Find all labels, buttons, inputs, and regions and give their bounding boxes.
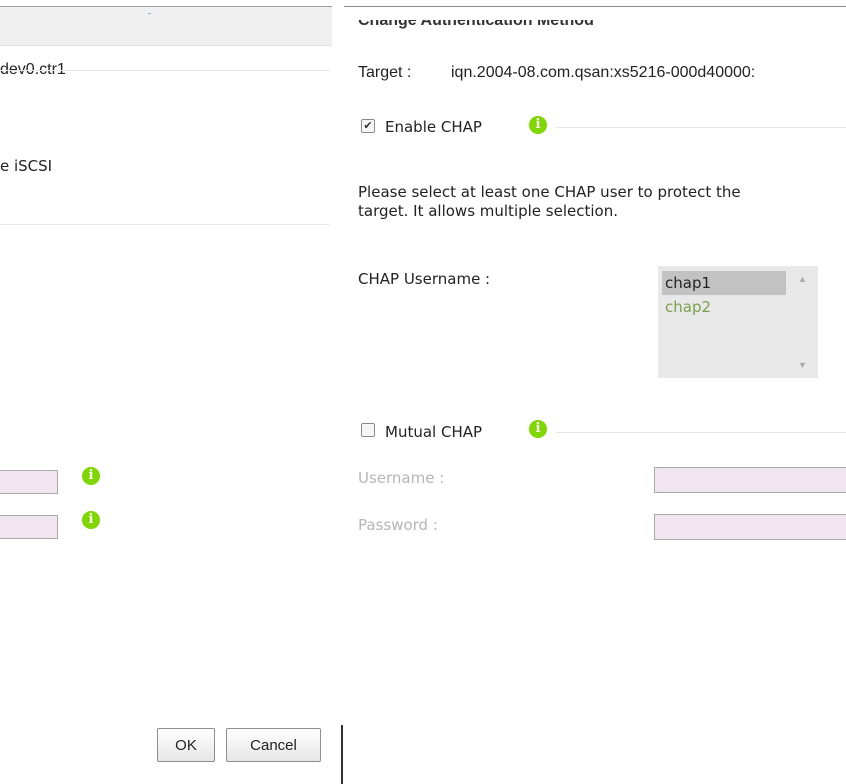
fieldset-line [556,432,846,433]
instruction-line-1: Please select at least one CHAP user to … [358,183,741,201]
background-dialog-header [0,6,332,46]
chap-user-option[interactable]: chap2 [662,295,786,319]
background-text-input[interactable] [0,470,58,494]
chap-user-option[interactable]: chap1 [662,271,786,295]
mutual-password-input[interactable] [654,514,846,540]
info-icon[interactable]: i [529,420,547,438]
info-icon[interactable]: i [82,467,100,485]
chap-username-label: CHAP Username : [358,270,491,288]
scroll-down-arrow-icon[interactable]: ▼ [798,360,807,370]
mutual-chap-checkbox[interactable] [361,423,375,437]
chap-username-listbox[interactable]: chap1 chap2 ▲ ▼ [658,266,818,378]
background-row-text: e iSCSI [0,157,53,175]
check-icon: ✔ [363,120,373,132]
enable-chap-label: Enable CHAP [385,118,482,136]
info-icon[interactable]: i [82,511,100,529]
divider [0,224,330,225]
target-label: Target : [358,64,412,81]
background-dialog [0,0,343,784]
info-icon[interactable]: i [529,116,547,134]
header-decoration [148,13,151,14]
mutual-chap-label: Mutual CHAP [385,423,483,441]
enable-chap-checkbox[interactable]: ✔ [361,119,375,133]
ok-button[interactable]: OK [157,728,215,762]
password-label: Password : [358,516,438,534]
fieldset-line [556,127,846,128]
target-value: iqn.2004-08.com.qsan:xs5216-000d40000: [451,64,756,81]
divider [0,70,330,71]
dialog-border [344,6,846,7]
dialog-divider [341,725,343,784]
username-label: Username : [358,469,445,487]
scroll-up-arrow-icon[interactable]: ▲ [798,274,807,284]
background-text-input[interactable] [0,515,58,539]
instruction-line-2: target. It allows multiple selection. [358,202,618,220]
cancel-button[interactable]: Cancel [226,728,321,762]
mutual-username-input[interactable] [654,467,846,493]
